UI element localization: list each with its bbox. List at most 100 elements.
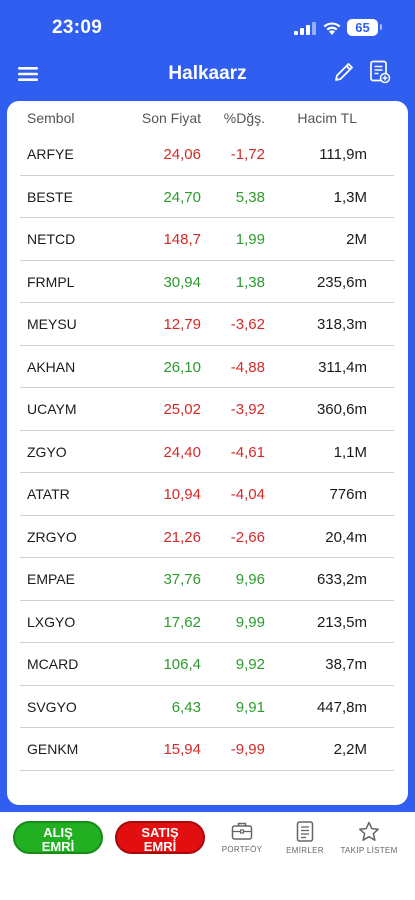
price-cell: 24,70 [163,188,201,206]
price-cell: 106,4 [163,656,201,673]
symbol-cell: NETCD [27,231,76,247]
change-cell: 5,38 [235,188,265,206]
tab-watchlist-label: TAKİP LİSTEM [340,846,398,855]
column-header-price[interactable]: Son Fiyat [142,110,201,126]
table-row[interactable]: LXGYO 17,62 9,99 213,5m [20,601,394,643]
tab-watchlist[interactable]: TAKİP LİSTEM [337,821,401,855]
status-time: 23:09 [52,17,103,38]
table-row[interactable]: ATATR 10,94 -4,04 776m [20,473,394,516]
table-row[interactable]: AKHAN 26,10 -4,88 311,4m [20,346,394,388]
cellular-signal-icon [294,22,316,35]
price-cell: 24,06 [163,146,201,163]
change-cell: -3,62 [230,316,265,333]
price-cell: 10,94 [163,486,201,503]
table-row[interactable]: BESTE 24,70 5,38 1,3M [20,176,394,218]
symbol-cell: MCARD [27,656,79,672]
volume-cell: 20,4m [325,528,367,546]
table-row[interactable]: FRMPL 30,94 1,38 235,6m [20,261,394,303]
table-row[interactable]: UCAYM 25,02 -3,92 360,6m [20,388,394,431]
symbol-cell: ZRGYO [27,528,77,545]
wifi-icon [323,22,341,35]
battery-icon: 65 [347,19,378,36]
volume-cell: 447,8m [316,698,367,716]
tab-orders-label: EMİRLER [286,846,324,855]
volume-cell: 38,7m [325,656,367,673]
column-header-change[interactable]: %Dğş. [224,110,265,126]
sell-order-label-line2: EMRİ [143,839,177,854]
table-row[interactable]: SVGYO 6,43 9,91 447,8m [20,686,394,728]
volume-cell: 2M [346,231,367,248]
document-icon [296,821,314,842]
change-cell: 9,96 [235,571,265,588]
tab-portfolio[interactable]: PORTFÖY [210,821,274,854]
symbol-cell: EMPAE [27,571,75,587]
symbol-cell: ATATR [27,486,70,502]
price-cell: 17,62 [163,613,201,631]
briefcase-icon [231,822,253,840]
price-cell: 6,43 [171,698,201,716]
symbol-cell: BESTE [27,188,73,205]
change-cell: -1,72 [230,146,265,163]
table-row[interactable]: EMPAE 37,76 9,96 633,2m [20,558,394,601]
price-cell: 148,7 [163,231,201,248]
symbol-cell: ARFYE [27,146,74,162]
stock-list: ARFYE 24,06 -1,72 111,9m BESTE 24,70 5,38 1,3M N… [20,133,394,771]
column-header-volume[interactable]: Hacim TL [297,110,357,126]
table-row[interactable]: ZRGYO 21,26 -2,66 20,4m [20,516,394,558]
table-row[interactable]: NETCD 148,7 1,99 2M [20,218,394,261]
price-cell: 15,94 [163,741,201,758]
sell-order-label-line1: SATIŞ [141,825,179,840]
volume-cell: 633,2m [316,571,367,588]
table-row[interactable]: ARFYE 24,06 -1,72 111,9m [20,133,394,176]
symbol-cell: AKHAN [27,358,76,375]
volume-cell: 235,6m [316,273,367,291]
price-cell: 25,02 [163,401,201,418]
buy-order-label-line2: EMRİ [41,839,75,854]
symbol-cell: GENKM [27,741,79,757]
volume-cell: 776m [329,486,367,503]
change-cell: -9,99 [230,741,265,758]
watchlist-card: Sembol Son Fiyat %Dğş. Hacim TL ARFYE 24,… [7,101,408,805]
volume-cell: 213,5m [316,613,367,631]
battery-tip [380,24,382,30]
volume-cell: 360,6m [316,401,367,418]
table-row[interactable]: MCARD 106,4 9,92 38,7m [20,643,394,686]
volume-cell: 311,4m [318,358,367,376]
change-cell: -4,04 [230,486,265,503]
change-cell: -4,88 [230,358,265,376]
price-cell: 26,10 [163,358,201,376]
table-row[interactable]: GENKM 15,94 -9,99 2,2M [20,728,394,771]
table-row[interactable]: ZGYO 24,40 -4,61 1,1M [20,431,394,473]
nav-bar: Halkaarz [0,56,415,94]
price-cell: 24,40 [163,443,201,461]
price-cell: 37,76 [163,571,201,588]
add-list-icon[interactable] [369,60,391,84]
table-row[interactable]: MEYSU 12,79 -3,62 318,3m [20,303,394,346]
change-cell: 9,99 [235,613,265,631]
symbol-cell: SVGYO [27,698,77,715]
volume-cell: 318,3m [316,316,367,333]
tab-portfolio-label: PORTFÖY [221,845,263,854]
volume-cell: 2,2M [333,741,367,758]
bottom-bar: ALIŞ EMRİ SATIŞ EMRİ PORTFÖY EMİRLER TAK… [0,812,415,900]
volume-cell: 1,1M [333,443,367,461]
change-cell: 9,92 [235,656,265,673]
status-bar: 23:09 65 [0,0,415,56]
price-cell: 30,94 [163,273,201,291]
symbol-cell: MEYSU [27,316,77,332]
change-cell: -2,66 [230,528,265,546]
symbol-cell: ZGYO [27,443,67,460]
volume-cell: 1,3M [333,188,367,206]
change-cell: 1,38 [235,273,265,291]
sell-order-button[interactable]: SATIŞ EMRİ [115,821,205,854]
pencil-edit-icon[interactable] [333,61,355,83]
symbol-cell: FRMPL [27,273,75,290]
change-cell: -4,61 [230,443,265,461]
table-header: Sembol Son Fiyat %Dğş. Hacim TL [7,101,408,133]
buy-order-button[interactable]: ALIŞ EMRİ [13,821,103,854]
tab-orders[interactable]: EMİRLER [273,821,337,855]
symbol-cell: LXGYO [27,613,76,630]
column-header-symbol[interactable]: Sembol [27,110,74,126]
star-icon [358,821,380,841]
price-cell: 12,79 [163,316,201,333]
